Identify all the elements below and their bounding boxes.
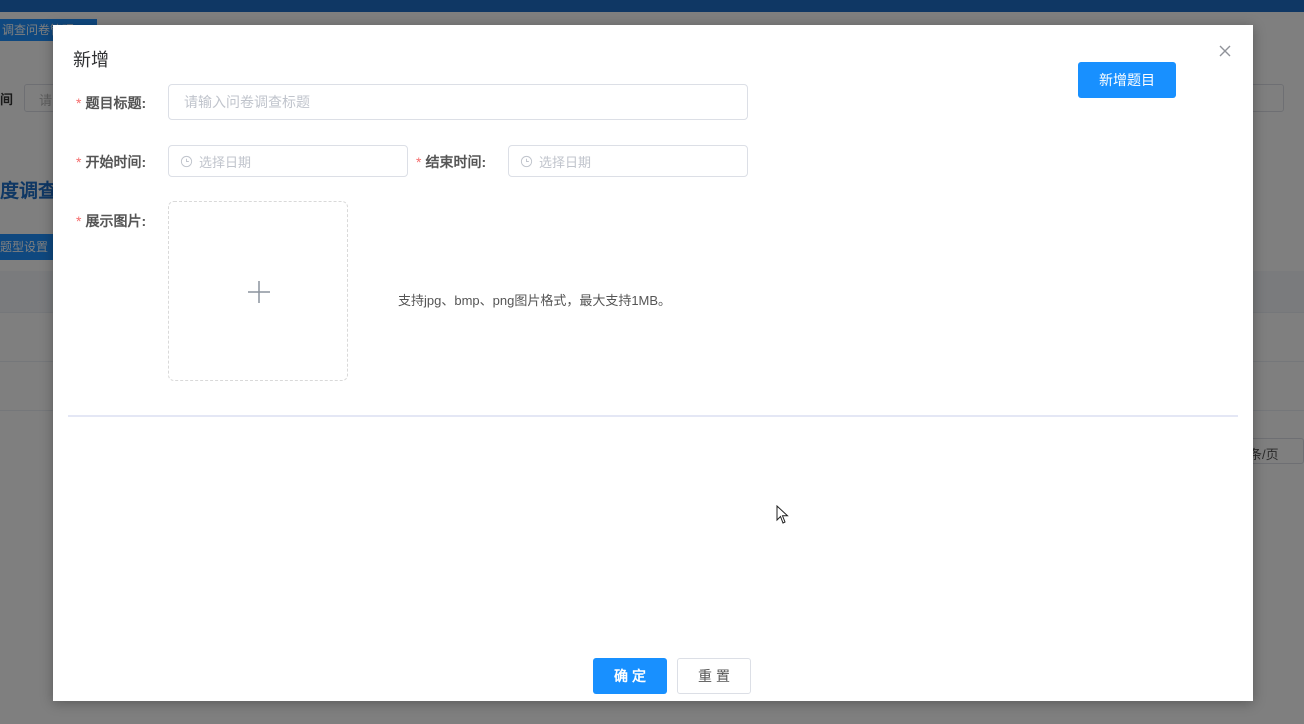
add-question-button[interactable]: 新增题目: [1078, 62, 1176, 98]
end-date-placeholder: 选择日期: [539, 154, 592, 170]
start-label-text: 开始时间:: [85, 154, 147, 170]
image-field-label: * 展示图片:: [76, 211, 146, 231]
image-upload-area[interactable]: [168, 201, 348, 381]
image-label-text: 展示图片:: [85, 213, 147, 229]
plus-icon: [248, 281, 270, 303]
add-dialog: 新增 新增题目 *题目标题: *开始时间: 选择日期 *结束时间: 选择日期 *…: [53, 25, 1253, 701]
title-input[interactable]: [168, 84, 748, 120]
required-mark: *: [76, 154, 82, 170]
upload-hint: 支持jpg、bmp、png图片格式，最大支持1MB。: [398, 293, 672, 308]
clock-icon: [180, 155, 193, 167]
divider: [68, 415, 1238, 417]
close-icon: [1219, 45, 1231, 57]
start-date-placeholder: 选择日期: [199, 154, 252, 170]
end-date-picker[interactable]: 选择日期: [508, 145, 748, 177]
confirm-button[interactable]: 确定: [593, 658, 667, 694]
end-time-label: * 结束时间:: [416, 152, 486, 172]
close-button[interactable]: [1217, 43, 1233, 59]
start-date-picker[interactable]: 选择日期: [168, 145, 408, 177]
clock-icon: [520, 155, 533, 167]
title-label-text: 题目标题:: [85, 95, 147, 111]
title-field-label: * 题目标题:: [76, 93, 146, 113]
start-time-label: * 开始时间:: [76, 152, 146, 172]
required-mark: *: [76, 213, 82, 229]
required-mark: *: [416, 154, 422, 170]
required-mark: *: [76, 95, 82, 111]
reset-button[interactable]: 重置: [677, 658, 751, 694]
end-label-text: 结束时间:: [425, 154, 487, 170]
dialog-title: 新增: [73, 50, 109, 70]
